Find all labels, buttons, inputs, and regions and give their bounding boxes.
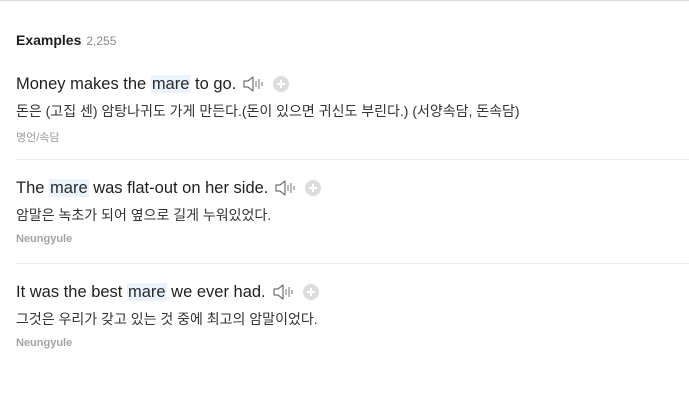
highlighted-word[interactable]: mare xyxy=(49,178,89,197)
highlighted-word[interactable]: mare xyxy=(150,74,191,93)
examples-title: Examples xyxy=(16,32,82,48)
example-translation: 암말은 녹초가 되어 옆으로 길게 누워있었다. xyxy=(16,207,272,223)
example-sentence: Money makes the mare to go. xyxy=(16,74,237,94)
sentence-text: to go. xyxy=(190,74,237,93)
example-sentence-row: Money makes the mare to go. xyxy=(16,71,290,97)
example-sentence-row: The mare was flat-out on her side. xyxy=(16,175,322,201)
examples-count: 2,255 xyxy=(86,34,117,48)
highlighted-word[interactable]: mare xyxy=(126,282,167,301)
add-to-wordbook-icon[interactable] xyxy=(273,76,290,92)
example-sentence: The mare was flat-out on her side. xyxy=(16,178,269,198)
example-source: 명언/속담 xyxy=(16,132,60,144)
speaker-icon[interactable] xyxy=(272,282,296,302)
examples-header: Examples 2,255 xyxy=(16,32,116,48)
divider xyxy=(16,159,689,160)
divider xyxy=(16,263,689,264)
sentence-text: Money makes the xyxy=(16,74,151,93)
example-sentence: It was the best mare we ever had. xyxy=(16,282,266,302)
sentence-text: The xyxy=(16,178,50,197)
sentence-text: was flat-out on her side. xyxy=(88,178,269,197)
speaker-icon[interactable] xyxy=(274,178,298,198)
example-translation: 그것은 우리가 갖고 있는 것 중에 최고의 암말이었다. xyxy=(16,311,318,327)
example-source: Neungyule xyxy=(16,337,73,349)
add-to-wordbook-icon[interactable] xyxy=(302,284,319,300)
sentence-text: It was the best xyxy=(16,282,127,301)
examples-panel: Examples 2,255 Money makes the mare to g… xyxy=(0,0,689,409)
add-to-wordbook-icon[interactable] xyxy=(305,180,322,196)
sentence-text: we ever had. xyxy=(166,282,266,301)
example-translation: 돈은 (고집 센) 암탕나귀도 가게 만든다.(돈이 있으면 귀신도 부린다.)… xyxy=(16,103,520,119)
example-source: Neungyule xyxy=(16,233,73,245)
example-sentence-row: It was the best mare we ever had. xyxy=(16,279,319,305)
speaker-icon[interactable] xyxy=(242,74,266,94)
